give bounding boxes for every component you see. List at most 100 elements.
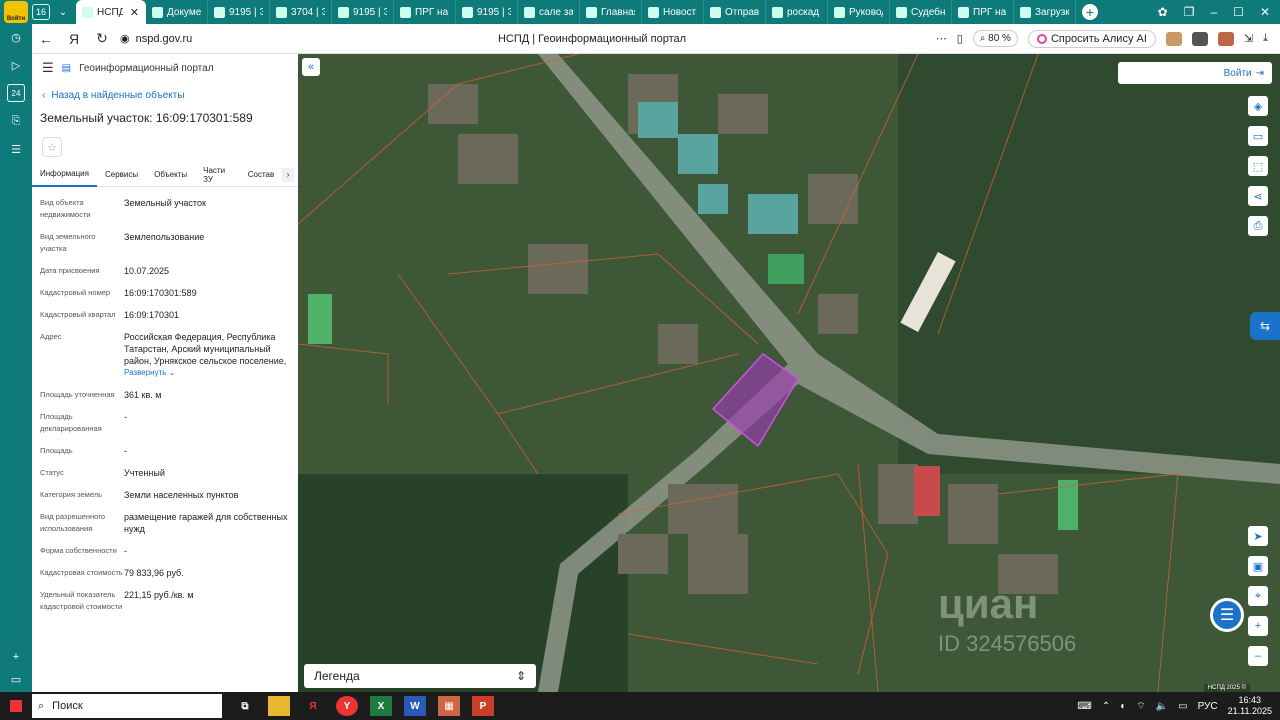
attribute-row: Вид земельного участка Землепользование [40,231,290,255]
new-tab-button[interactable]: + [1082,4,1098,20]
word-icon[interactable]: W [404,696,426,716]
yandex-icon[interactable]: Я [302,696,324,716]
clock[interactable]: 16:43 21.11.2025 [1228,695,1272,717]
app-icon[interactable]: ▦ [438,696,460,716]
url-field[interactable]: ◉ nspd.gov.ru [120,32,192,46]
task-view-icon[interactable]: ⧉ [234,696,256,716]
clock-icon[interactable]: ◷ [7,28,25,46]
browser-tab[interactable]: Судебн [890,0,952,24]
zoom-in-button[interactable]: + [1248,616,1268,636]
close-tab-icon[interactable]: ✕ [130,6,139,19]
legend-select[interactable]: Легенда ⇕ [304,664,536,688]
chevron-down-icon[interactable]: ⌄ [54,3,72,21]
start-button[interactable] [0,692,32,720]
minimize-icon[interactable]: – [1210,5,1217,19]
watermark-id: ID 324576506 [938,631,1077,656]
browser-tab[interactable]: 3704 | Э [270,0,332,24]
panel-tab[interactable]: Состав [240,163,283,187]
battery-icon[interactable]: ▭ [1178,701,1187,712]
panel-tab[interactable]: Сервисы [97,163,146,187]
browser-tab[interactable]: ПРГ на [952,0,1014,24]
locate-icon[interactable]: ➤ [1248,526,1268,546]
volume-icon[interactable]: 🔈 [1156,701,1168,712]
back-link[interactable]: ‹ Назад в найденные объекты [32,90,298,101]
add-icon[interactable]: + [7,648,25,666]
network-icon[interactable]: ⌔ [1136,700,1145,713]
language-indicator[interactable]: РУС [1198,701,1218,712]
search-location-icon[interactable]: ⌖ [1248,586,1268,606]
extension-icon[interactable] [1165,31,1182,46]
yandex-icon[interactable]: Я [60,31,88,47]
print-icon[interactable]: ⎙ [1248,216,1268,236]
tray-expand-icon[interactable]: ⌃ [1102,701,1110,712]
notes-icon[interactable]: ☰ [7,140,25,158]
browser-tab[interactable]: Новост [642,0,704,24]
extensions-icon[interactable]: ✿ [1158,5,1168,19]
zoom-out-button[interactable]: – [1248,646,1268,666]
panel-tab[interactable]: Части ЗУ [195,163,240,187]
extension-icon[interactable] [1191,31,1208,46]
favorite-star-icon[interactable]: ☆ [42,137,62,157]
reload-icon[interactable]: ↻ [88,30,116,47]
attribute-row: Форма собственности - [40,545,290,557]
browser-tab[interactable]: Руковод [828,0,890,24]
zoom-indicator[interactable]: ⌕ 80 % [972,30,1018,47]
page-title: НСПД | Геоинформационный портал [497,32,687,45]
map-view[interactable]: « Войти ⇥ ◈ ▭ ⬚ ⋖ ⎙ ⇆ ➤ ▣ ⌖ + – ☰ циан ID… [298,54,1280,692]
browser-tab[interactable]: ПРГ на [394,0,456,24]
address-bar-right: ⋯ ▯ ⌕ 80 % Спросить Алису AI ⇲ ⤓ [936,29,1280,48]
browser-tab[interactable]: сале за [518,0,580,24]
browser-tab[interactable]: Загрузк [1014,0,1076,24]
explorer-icon[interactable] [268,696,290,716]
browser-tab[interactable]: 9195 | Э [332,0,394,24]
download-icon[interactable]: ⤓ [1263,32,1268,45]
alice-button[interactable]: Спросить Алису AI [1027,29,1156,48]
login-badge[interactable]: Войти [4,1,28,23]
browser-tab[interactable]: Отправ [704,0,766,24]
news-24-icon[interactable]: 24 [7,84,25,102]
panel-tab[interactable]: Информация [32,163,97,187]
restore-icon[interactable]: ❐ [1184,5,1195,19]
share-icon[interactable]: ⋖ [1248,186,1268,206]
portal-name[interactable]: Геоинформационный портал [79,63,213,74]
share-icon[interactable]: ⇲ [1244,32,1253,45]
expand-link[interactable]: Развернуть ⌄ [124,367,290,379]
ruler-icon[interactable]: ▭ [1248,126,1268,146]
extension-icon[interactable] [1217,31,1234,46]
browser-tab[interactable]: Докуме [146,0,208,24]
excel-icon[interactable]: X [370,696,392,716]
browser-tab[interactable]: НСПД ✕ [76,0,146,24]
menu-icon[interactable]: ☰ [42,60,54,76]
bookmark-icon[interactable]: ▯ [957,32,963,45]
more-icon[interactable]: ⋯ [936,32,947,45]
powerpoint-icon[interactable]: P [472,696,494,716]
browser-tab[interactable]: роскад [766,0,828,24]
taskbar-search[interactable]: ⌕ Поиск [32,694,222,718]
chevron-right-icon[interactable]: › [282,167,294,182]
attribute-value-text: 16:09:170301:589 [124,288,197,298]
object-title: Земельный участок: 16:09:170301:589 [40,111,253,125]
keyboard-icon[interactable]: ⌨ [1077,701,1091,712]
panel-icon[interactable]: ▭ [7,670,25,688]
yandex-browser-icon[interactable]: Y [336,696,358,716]
map-login-button[interactable]: Войти ⇥ [1118,62,1272,84]
play-icon[interactable]: ▷ [7,56,25,74]
browser-tab[interactable]: 9195 | Э [456,0,518,24]
select-area-icon[interactable]: ⬚ [1248,156,1268,176]
tray-app-icon[interactable]: ◐ [1120,701,1126,712]
back-icon[interactable]: ← [32,31,60,47]
side-panel-tab[interactable]: ⇆ [1250,312,1280,340]
maximize-icon[interactable]: ☐ [1233,5,1244,19]
basemap-icon[interactable]: ▣ [1248,556,1268,576]
panel-tab[interactable]: Объекты [146,163,195,187]
attribute-value-text: 221,15 руб./кв. м [124,590,194,600]
tab-label: сале за [539,6,573,18]
layers-icon[interactable]: ◈ [1248,96,1268,116]
translate-icon[interactable]: ⎘ [7,112,25,130]
collapse-panel-button[interactable]: « [302,58,320,76]
browser-tab[interactable]: 9195 | Э [208,0,270,24]
close-icon[interactable]: ✕ [1260,5,1270,19]
tab-count[interactable]: 16 [32,4,50,20]
chat-button[interactable]: ☰ [1210,598,1244,632]
browser-tab[interactable]: Главная [580,0,642,24]
